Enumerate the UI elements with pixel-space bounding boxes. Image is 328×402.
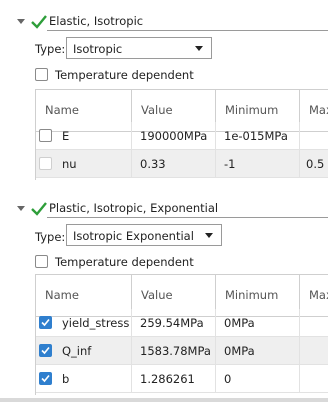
temperature-dependent-label: Temperature dependent [55,68,194,82]
type-value: Isotropic Exponential [73,229,194,243]
section-title: Elastic, Isotropic [49,14,144,28]
type-label: Type: [35,230,66,244]
row-checkbox[interactable] [39,372,52,385]
section-header[interactable]: Elastic, Isotropic [0,13,328,31]
section-header[interactable]: Plastic, Isotropic, Exponential [0,200,328,218]
row-checkbox[interactable] [39,157,52,170]
dropdown-arrow-icon [205,233,213,238]
chevron-down-icon[interactable] [17,19,25,24]
check-icon [31,15,47,29]
minimum-cell[interactable]: 0MPa [216,309,300,337]
table-row[interactable]: b 1.286261 0 [36,365,328,393]
section-divider [47,217,328,218]
max-cell[interactable]: 0.5 [300,150,328,178]
name-cell[interactable]: yield_stress [36,309,132,337]
temperature-dependent-label: Temperature dependent [55,255,194,269]
minimum-cell[interactable]: 0MPa [216,337,300,365]
temperature-dependent-checkbox[interactable] [35,255,48,268]
properties-table: Name Value Minimum Max E 190000MPa 1e-01… [35,89,328,180]
section-divider [47,30,328,31]
section-title: Plastic, Isotropic, Exponential [49,201,219,215]
value-cell[interactable]: 259.54MPa [132,309,216,337]
max-cell[interactable] [300,122,328,150]
type-dropdown[interactable]: Isotropic Exponential [66,224,222,246]
minimum-cell[interactable]: 1e-015MPa [216,122,300,150]
dropdown-arrow-icon [195,46,203,51]
value-cell[interactable]: 1.286261 [132,365,216,393]
value-cell[interactable]: 1583.78MPa [132,337,216,365]
type-label: Type: [35,42,66,56]
horizontal-scrollbar[interactable] [0,398,328,402]
row-checkbox[interactable] [39,344,52,357]
row-checkbox[interactable] [39,129,52,142]
value-cell[interactable]: 0.33 [132,150,216,178]
value-cell[interactable]: 190000MPa [132,122,216,150]
name-cell[interactable]: nu [36,150,132,178]
max-cell[interactable] [300,365,328,393]
table-row[interactable]: nu 0.33 -1 0.5 [36,150,328,178]
max-cell[interactable] [300,309,328,337]
temperature-dependent-checkbox[interactable] [35,68,48,81]
type-value: Isotropic [73,42,123,56]
chevron-down-icon[interactable] [17,206,25,211]
row-checkbox[interactable] [39,316,52,329]
table-row[interactable]: E 190000MPa 1e-015MPa [36,122,328,150]
check-icon [31,202,47,216]
minimum-cell[interactable]: -1 [216,150,300,178]
table-row[interactable]: Q_inf 1583.78MPa 0MPa [36,337,328,365]
properties-table: Name Value Minimum Max yield_stress 259.… [35,274,328,395]
table-row[interactable]: yield_stress 259.54MPa 0MPa [36,309,328,337]
type-dropdown[interactable]: Isotropic [66,37,212,59]
max-cell[interactable] [300,337,328,365]
name-cell[interactable]: E [36,122,132,150]
name-cell[interactable]: Q_inf [36,337,132,365]
minimum-cell[interactable]: 0 [216,365,300,393]
name-cell[interactable]: b [36,365,132,393]
